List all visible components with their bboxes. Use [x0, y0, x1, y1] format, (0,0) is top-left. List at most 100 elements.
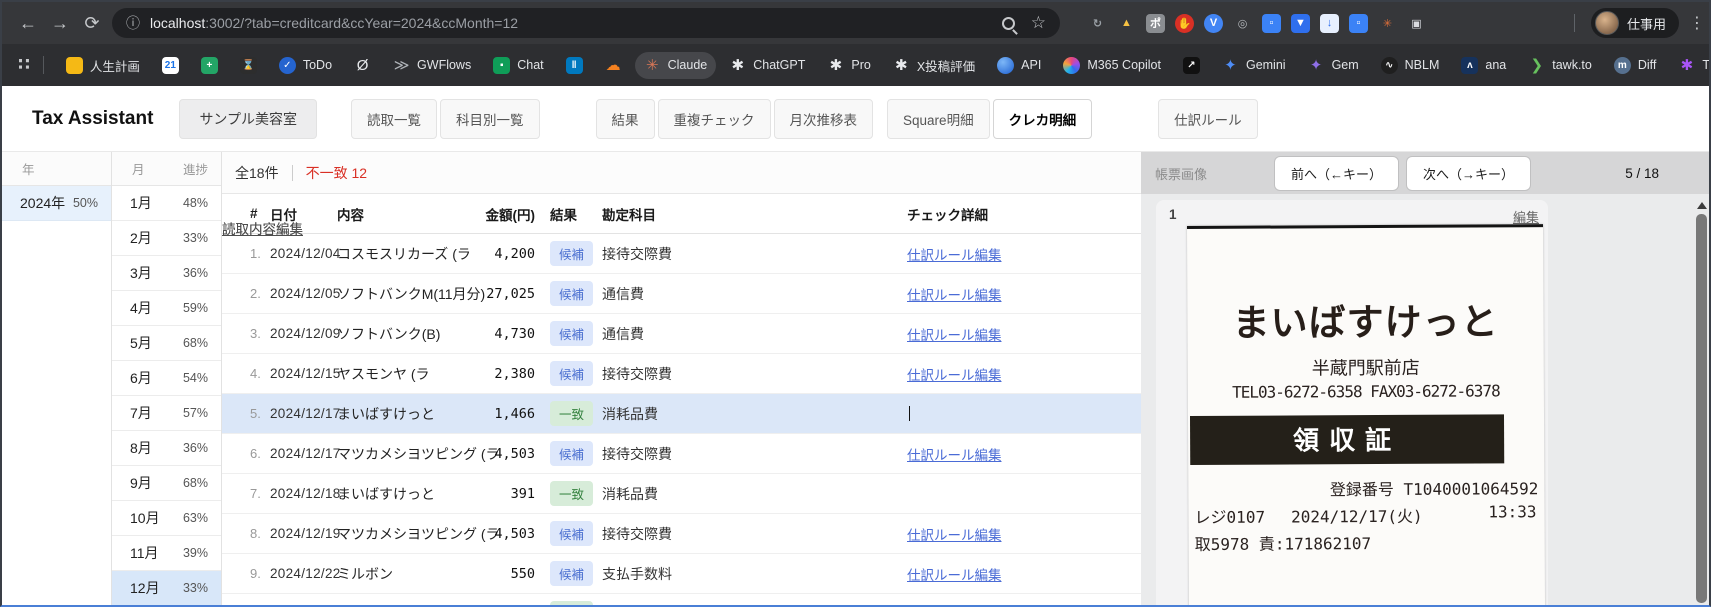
bookmark-cloud[interactable]: ☁	[596, 52, 631, 79]
client-select-button[interactable]: サンプル美容室	[179, 98, 318, 139]
scrollbar-up-arrow-icon[interactable]	[1696, 197, 1707, 209]
tab-creditcard-statement[interactable]: クレカ明細	[992, 98, 1093, 139]
bookmark-label: Claude	[667, 58, 708, 72]
month-row-11[interactable]: 11月 39%	[112, 536, 221, 571]
tab-category-list[interactable]: 科目別一覧	[440, 98, 540, 139]
tab-monthly-trend[interactable]: 月次推移表	[773, 98, 874, 139]
apps-grid-icon[interactable]: ∷	[18, 55, 30, 75]
bookmark-gwflows[interactable]: ≫ GWFlows	[384, 52, 480, 79]
year-row-2024[interactable]: 2024年 50%	[2, 186, 111, 221]
image-counter: 5 / 18	[1625, 165, 1659, 181]
blocker-hand-icon[interactable]: ✋	[1175, 13, 1194, 33]
month-row-2[interactable]: 2月 33%	[112, 221, 221, 256]
bookmark-gem[interactable]: ✦ Gem	[1299, 52, 1368, 79]
month-row-12[interactable]: 12月 33%	[112, 571, 221, 605]
month-progress: 63%	[182, 511, 208, 525]
month-label: 10月	[130, 510, 160, 526]
bookmark-gemini-icon: ✦	[1224, 57, 1237, 74]
month-progress: 39%	[182, 546, 208, 560]
bookmark-gem-icon: ✦	[1309, 57, 1323, 74]
scan-content-edit-link[interactable]: 読取内容編集	[222, 218, 1141, 605]
po-extension-icon[interactable]: ポ	[1146, 13, 1165, 33]
extensions-icon[interactable]: ▣	[1407, 14, 1426, 33]
tab-square-statement[interactable]: Square明細	[887, 98, 990, 139]
bookmark-chatgpt[interactable]: ✱ ChatGPT	[720, 52, 814, 79]
month-row-9[interactable]: 9月 68%	[112, 466, 221, 501]
bookmark-api[interactable]: API	[988, 52, 1050, 79]
atom-extension-icon[interactable]: ◎	[1233, 14, 1252, 33]
bookmark-label: 人生計画	[89, 59, 140, 74]
receipt-store-name: まいばすけっと	[1232, 301, 1499, 344]
bookmark-trello[interactable]: ‖	[557, 52, 592, 79]
bookmark-star-icon[interactable]: ☆	[1031, 13, 1046, 33]
bookmark-ana[interactable]: ʌ ana	[1452, 52, 1515, 79]
bookmark-todo[interactable]: ✓ ToDo	[270, 52, 341, 79]
month-row-3[interactable]: 3月 36%	[112, 256, 221, 291]
page-title: Tax Assistant	[32, 107, 154, 129]
scrollbar-thumb[interactable]	[1696, 214, 1707, 603]
reload-icon[interactable]: ⟳	[76, 13, 108, 34]
month-row-10[interactable]: 10月 63%	[112, 501, 221, 536]
receipt-transaction-line: 取5978 責:171862107	[1194, 534, 1372, 554]
bookmark-tactiq[interactable]: ✱ Tactiq	[1669, 52, 1709, 79]
panel-scrollbar[interactable]	[1696, 197, 1707, 603]
puzzle-extension-icon[interactable]: ▫	[1262, 13, 1281, 33]
bookmark-x-post-eval[interactable]: ✱ X投稿評価	[884, 51, 984, 80]
bookmark-chat-icon: ▪	[493, 56, 511, 74]
download-doc-icon[interactable]: ↓	[1320, 13, 1339, 33]
bookmark-sheets-icon: +	[200, 56, 218, 74]
table-row[interactable]: 7. 2024/12/18 まいばすけっと 391 一致 消耗品費 読取内容編集	[222, 222, 1141, 514]
month-progress: 36%	[182, 441, 208, 455]
zoom-icon[interactable]	[1001, 16, 1015, 30]
sync-disabled-icon[interactable]: ↻	[1088, 14, 1107, 33]
forward-icon[interactable]: →	[44, 13, 76, 34]
bookmark-compass[interactable]: Ø	[345, 52, 380, 79]
bookmark-pro[interactable]: ✱ Pro	[818, 52, 879, 79]
back-icon[interactable]: ←	[12, 13, 44, 34]
edit-link[interactable]: 編集	[1513, 207, 1539, 226]
bookmark-label: X投稿評価	[916, 59, 976, 74]
month-progress: 36%	[182, 266, 208, 280]
v-extension-icon[interactable]: V	[1204, 13, 1223, 33]
receipt-banner: 領収証	[1189, 414, 1505, 465]
bookmark-hourglass[interactable]: ⌛	[231, 52, 266, 79]
profile-chip[interactable]: 仕事用	[1590, 8, 1679, 38]
month-row-6[interactable]: 6月 54%	[112, 361, 221, 396]
bookmark-chat[interactable]: ▪ Chat	[484, 52, 552, 79]
bookmark-m365-copilot[interactable]: M365 Copilot	[1054, 52, 1170, 79]
bookmark-chatgpt-icon: ✱	[731, 57, 745, 74]
month-row-5[interactable]: 5月 68%	[112, 326, 221, 361]
tab-duplicate-check[interactable]: 重複チェック	[657, 98, 771, 139]
bookmark-tawkto-icon: ❯	[1530, 57, 1544, 74]
bookmark-calendar-21[interactable]: 21	[153, 52, 188, 79]
bookmark-diff[interactable]: m Diff	[1605, 52, 1666, 79]
bookmark-gemini[interactable]: ✦ Gemini	[1213, 52, 1295, 79]
year-header-label: 年	[22, 163, 35, 177]
download-box-icon[interactable]: ▼	[1291, 13, 1310, 33]
progress-header-label: 進捗	[182, 163, 208, 177]
bookmark-tawkto[interactable]: ❯ tawk.to	[1519, 52, 1601, 79]
menu-kebab-icon[interactable]: ⋮	[1689, 13, 1705, 33]
tab-scan-list[interactable]: 読取一覧	[351, 98, 438, 139]
tab-journal-rules[interactable]: 仕訳ルール	[1158, 98, 1258, 139]
month-header-label: 月	[132, 163, 145, 177]
month-row-1[interactable]: 1月 48%	[112, 186, 221, 221]
receipt-registration-number: 登録番号 T1040001064592	[1329, 479, 1539, 500]
site-info-icon[interactable]: ⓘ	[126, 13, 140, 33]
prev-image-button[interactable]: 前へ（←キー）	[1275, 156, 1399, 190]
puzzle2-extension-icon[interactable]: ▫	[1349, 13, 1368, 33]
bookmark-nblm[interactable]: ∿ NBLM	[1372, 52, 1449, 79]
address-bar[interactable]: ⓘ localhost :3002/?tab=creditcard&ccYear…	[112, 8, 1060, 38]
next-image-button[interactable]: 次へ（→キー）	[1407, 156, 1531, 190]
month-row-7[interactable]: 7月 57%	[112, 396, 221, 431]
bookmark-external-box[interactable]: ↗	[1174, 52, 1209, 79]
bookmark-label: tawk.to	[1552, 58, 1592, 72]
bookmark-sheets[interactable]: +	[192, 52, 227, 79]
starburst-extension-icon[interactable]: ✳	[1378, 14, 1397, 33]
bookmark-jinsei-keikaku[interactable]: 人生計画	[57, 51, 149, 80]
month-row-8[interactable]: 8月 36%	[112, 431, 221, 466]
month-row-4[interactable]: 4月 59%	[112, 291, 221, 326]
tab-results[interactable]: 結果	[595, 98, 655, 139]
bookmark-claude[interactable]: ✳ Claude	[634, 51, 717, 79]
drive-icon[interactable]: ▲	[1117, 14, 1136, 33]
